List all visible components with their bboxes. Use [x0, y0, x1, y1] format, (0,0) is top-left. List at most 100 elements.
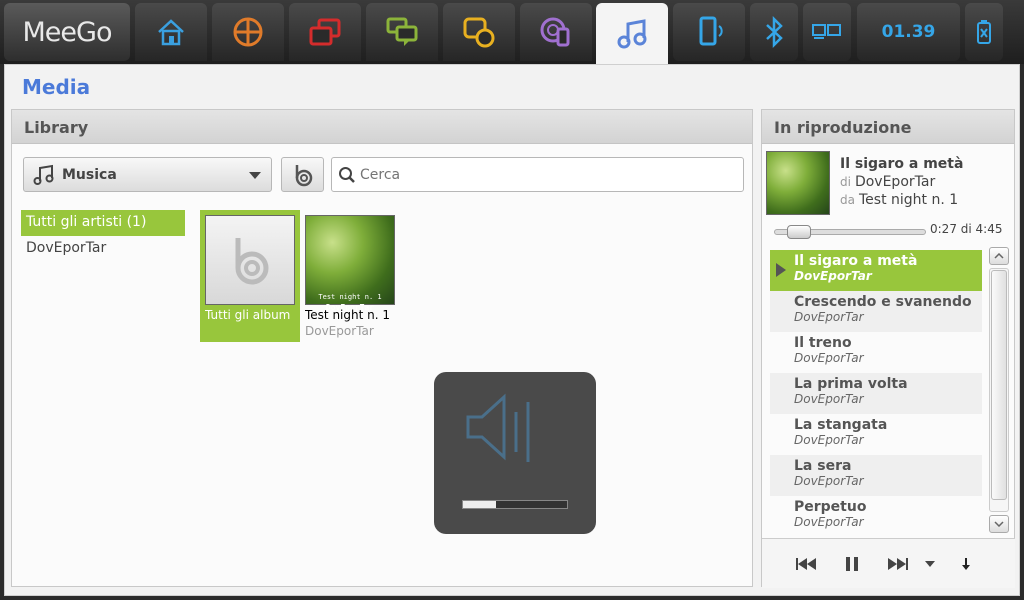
- meego-logo[interactable]: MeeGo: [4, 3, 130, 61]
- search-icon: [339, 166, 355, 183]
- now-playing-cover: [766, 151, 830, 215]
- album-artist: DovEporTar: [305, 324, 374, 338]
- track-artist: DovEporTar: [794, 269, 872, 283]
- people-icon: [463, 17, 495, 48]
- playback-menu-button[interactable]: [920, 553, 940, 575]
- people-tab[interactable]: [443, 3, 515, 61]
- track-artist: DovEporTar: [794, 392, 864, 406]
- track-item[interactable]: Perpetuo DovEporTar: [770, 496, 982, 530]
- track-artist: DovEporTar: [794, 474, 864, 488]
- chevron-down-icon: [249, 172, 261, 179]
- playback-controls: [762, 538, 1015, 588]
- track-item[interactable]: Il sigaro a metà DovEporTar: [770, 250, 982, 291]
- previous-button[interactable]: [792, 553, 820, 575]
- track-title: Crescendo e svanendo: [794, 294, 972, 310]
- search-input[interactable]: [360, 166, 730, 183]
- album-name: Tutti gli album: [205, 308, 291, 322]
- chevron-down-icon: [994, 521, 1004, 527]
- previous-icon: [796, 558, 816, 570]
- home-icon: [158, 19, 184, 46]
- apps-grid-icon: [233, 17, 263, 47]
- windows-icon: [309, 18, 341, 46]
- scroll-thumb[interactable]: [991, 270, 1007, 500]
- banshee-icon: [235, 238, 269, 285]
- scroll-track[interactable]: [989, 268, 1009, 512]
- now-playing-title: Il sigaro a metà: [840, 156, 964, 172]
- library-header: Library: [12, 110, 752, 144]
- pause-button[interactable]: [838, 553, 866, 575]
- scroll-down-button[interactable]: [989, 515, 1009, 533]
- artist-item-doveportar[interactable]: DovEporTar: [21, 236, 185, 262]
- album-tile-all[interactable]: Tutti gli album: [200, 210, 300, 342]
- track-item[interactable]: Il treno DovEporTar: [770, 332, 982, 373]
- now-playing-artist: DovEporTar: [854, 174, 936, 190]
- volume-osd: [434, 372, 596, 534]
- device-status[interactable]: [673, 3, 745, 61]
- battery-status[interactable]: [965, 3, 1003, 61]
- track-artist: DovEporTar: [794, 351, 864, 365]
- web-tab[interactable]: [520, 3, 592, 61]
- now-playing-artist-line: di DovEporTar: [840, 174, 935, 190]
- seek-slider[interactable]: [774, 225, 926, 239]
- album-cover: Test night n. 1 DovEporTar: [305, 215, 395, 312]
- chat-icon: [386, 17, 418, 46]
- next-button[interactable]: [884, 553, 912, 575]
- chevron-down-icon: [925, 561, 935, 567]
- volume-level: [463, 501, 497, 508]
- by-prefix: di: [840, 175, 851, 189]
- pause-icon: [846, 557, 858, 571]
- track-title: La sera: [794, 458, 852, 474]
- bluetooth-icon: [766, 15, 783, 49]
- display-status[interactable]: [803, 3, 851, 61]
- clock[interactable]: 01.39: [857, 3, 960, 61]
- seek-handle[interactable]: [787, 225, 811, 239]
- next-icon: [888, 558, 908, 570]
- now-playing-panel: In riproduzione Il sigaro a metà di DovEp…: [761, 109, 1015, 588]
- track-artist: DovEporTar: [794, 310, 864, 324]
- home-tab[interactable]: [135, 3, 207, 61]
- album-tile-test-night[interactable]: Test night n. 1 DovEporTar Test night n.…: [300, 210, 400, 342]
- banshee-button[interactable]: [281, 157, 324, 192]
- track-item[interactable]: La prima volta DovEporTar: [770, 373, 982, 414]
- media-type-dropdown[interactable]: Musica: [23, 157, 272, 192]
- web-icon: [540, 17, 570, 47]
- music-icon: [617, 18, 647, 48]
- scroll-up-button[interactable]: [989, 247, 1009, 265]
- bluetooth-status[interactable]: [750, 3, 798, 61]
- toolbar: MeeGo 01.39: [0, 0, 1024, 64]
- track-title: La prima volta: [794, 376, 908, 392]
- apps-tab[interactable]: [212, 3, 284, 61]
- album-cover: [205, 215, 295, 305]
- cover-subtitle: Test night n. 1: [318, 293, 382, 301]
- playlist-scrollbar[interactable]: [989, 247, 1009, 533]
- dropdown-label: Musica: [62, 166, 117, 183]
- now-playing-album-line: da Test night n. 1: [840, 192, 958, 208]
- expand-button[interactable]: [956, 553, 976, 575]
- track-title: La stangata: [794, 417, 888, 433]
- music-tab[interactable]: [596, 3, 668, 64]
- speaker-icon: [466, 393, 530, 462]
- track-item[interactable]: Crescendo e svanendo DovEporTar: [770, 291, 982, 332]
- media-app: Media Library Musica Tutti gli artisti (…: [4, 64, 1020, 596]
- chat-tab[interactable]: [366, 3, 438, 61]
- arrow-down-icon: [962, 558, 970, 570]
- music-note-icon: [33, 164, 54, 185]
- track-title: Il sigaro a metà: [794, 253, 918, 269]
- page-title: Media: [22, 75, 91, 99]
- library-panel: Library Musica Tutti gli artisti (1) Dov…: [11, 109, 753, 587]
- banshee-icon: [295, 164, 312, 186]
- clock-text: 01.39: [881, 22, 936, 42]
- track-item[interactable]: La stangata DovEporTar: [770, 414, 982, 455]
- track-item[interactable]: La sera DovEporTar: [770, 455, 982, 496]
- artist-item-all[interactable]: Tutti gli artisti (1): [21, 210, 185, 236]
- track-title: Il treno: [794, 335, 852, 351]
- from-prefix: da: [840, 193, 855, 207]
- search-box[interactable]: [331, 157, 744, 192]
- track-title: Perpetuo: [794, 499, 867, 515]
- time-display: 0:27 di 4:45: [930, 222, 1003, 236]
- battery-icon: [977, 20, 991, 44]
- track-artist: DovEporTar: [794, 515, 864, 529]
- now-playing-album: Test night n. 1: [858, 192, 959, 208]
- windows-tab[interactable]: [289, 3, 361, 61]
- volume-bar: [462, 500, 568, 509]
